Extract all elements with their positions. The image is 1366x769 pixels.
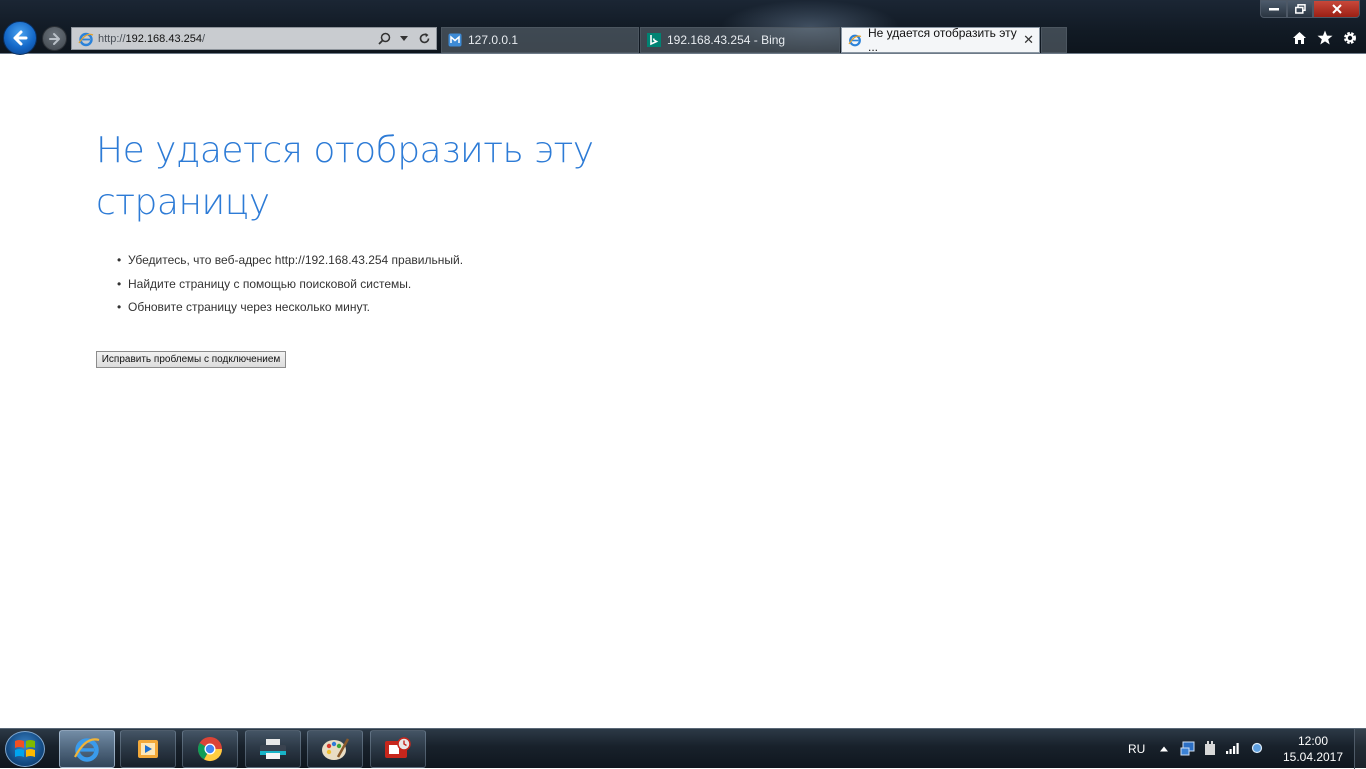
taskbar-app-red-app[interactable] <box>370 730 426 768</box>
taskbar-app-chrome[interactable] <box>182 730 238 768</box>
arrow-right-icon <box>48 32 60 45</box>
tab-bing[interactable]: 192.168.43.254 - Bing <box>640 27 840 53</box>
close-icon <box>1331 4 1342 14</box>
network-adapter-icon[interactable] <box>1180 740 1196 759</box>
ie-icon <box>74 738 100 762</box>
address-url[interactable]: http://192.168.43.254/ <box>98 33 376 45</box>
show-hidden-icons-icon[interactable] <box>1158 746 1170 752</box>
browser-tools <box>1291 29 1358 46</box>
bing-icon <box>647 33 661 47</box>
tab-error-page[interactable]: Не удается отобразить эту ... ✕ <box>841 26 1040 54</box>
browser-chrome: http://192.168.43.254/ 127.0.0.1 192.168… <box>0 0 1366 55</box>
page-content: Не удается отобразить эту страницу Убеди… <box>0 55 1366 728</box>
close-icon[interactable]: ✕ <box>1023 32 1034 48</box>
tab-label: 192.168.43.254 - Bing <box>667 33 786 47</box>
fix-connection-button[interactable]: Исправить проблемы с подключением <box>96 351 286 368</box>
start-button[interactable] <box>5 731 45 767</box>
taskbar: RU 12:00 15.04.2017 <box>0 728 1366 769</box>
chevron-down-icon[interactable] <box>396 31 412 47</box>
language-indicator[interactable]: RU <box>1128 729 1145 769</box>
power-icon[interactable] <box>1203 740 1217 759</box>
minimize-icon <box>1268 8 1279 11</box>
ie-icon <box>78 32 94 46</box>
url-host: 192.168.43.254 <box>125 32 202 45</box>
suggestion-list: Убедитесь, что веб-адрес http://192.168.… <box>117 253 463 324</box>
window-controls <box>1260 0 1360 18</box>
taskbar-app-paint[interactable] <box>307 730 363 768</box>
printer-icon <box>260 739 286 759</box>
clock-date: 15.04.2017 <box>1282 750 1344 764</box>
address-bar[interactable]: http://192.168.43.254/ <box>71 27 437 50</box>
language-label: RU <box>1128 742 1146 756</box>
back-button[interactable] <box>3 21 37 55</box>
web-page-icon <box>448 33 462 47</box>
url-suffix: / <box>202 32 206 45</box>
new-tab-button[interactable] <box>1041 27 1067 53</box>
arrow-left-icon <box>13 30 28 46</box>
restore-icon <box>1294 4 1306 14</box>
page-title: Не удается отобразить эту страницу <box>96 130 594 223</box>
favorites-star-icon[interactable] <box>1316 29 1333 46</box>
volume-icon[interactable] <box>1250 741 1264 758</box>
taskbar-app-media-player[interactable] <box>120 730 176 768</box>
media-player-icon <box>138 740 158 758</box>
paint-palette-icon <box>322 738 350 760</box>
chrome-icon <box>197 737 222 762</box>
url-prefix: http:// <box>98 32 126 45</box>
close-window-button[interactable] <box>1313 0 1360 18</box>
tab-label: 127.0.0.1 <box>468 33 519 47</box>
list-item: Найдите страницу с помощью поисковой сис… <box>117 277 463 301</box>
windows-logo-icon <box>15 740 35 757</box>
gear-icon[interactable] <box>1341 29 1358 46</box>
clock-time: 12:00 <box>1297 734 1329 748</box>
signal-strength-icon[interactable] <box>1226 741 1242 758</box>
list-item: Обновите страницу через несколько минут. <box>117 300 463 324</box>
tray-icons <box>1158 729 1264 769</box>
search-icon[interactable] <box>376 31 392 47</box>
app-icon <box>385 737 411 758</box>
restore-button[interactable] <box>1287 0 1313 18</box>
taskbar-app-internet-explorer[interactable] <box>59 730 115 768</box>
forward-button[interactable] <box>42 26 67 51</box>
refresh-icon[interactable] <box>416 31 432 47</box>
tab-label: Не удается отобразить эту ... <box>868 26 1017 54</box>
minimize-button[interactable] <box>1260 0 1287 18</box>
list-item: Убедитесь, что веб-адрес http://192.168.… <box>117 253 463 277</box>
home-icon[interactable] <box>1291 29 1308 46</box>
system-clock[interactable]: 12:00 15.04.2017 <box>1280 733 1346 765</box>
show-desktop-button[interactable] <box>1354 729 1366 769</box>
taskbar-app-printer[interactable] <box>245 730 301 768</box>
ie-icon <box>848 34 862 47</box>
tab-localhost[interactable]: 127.0.0.1 <box>441 27 639 53</box>
